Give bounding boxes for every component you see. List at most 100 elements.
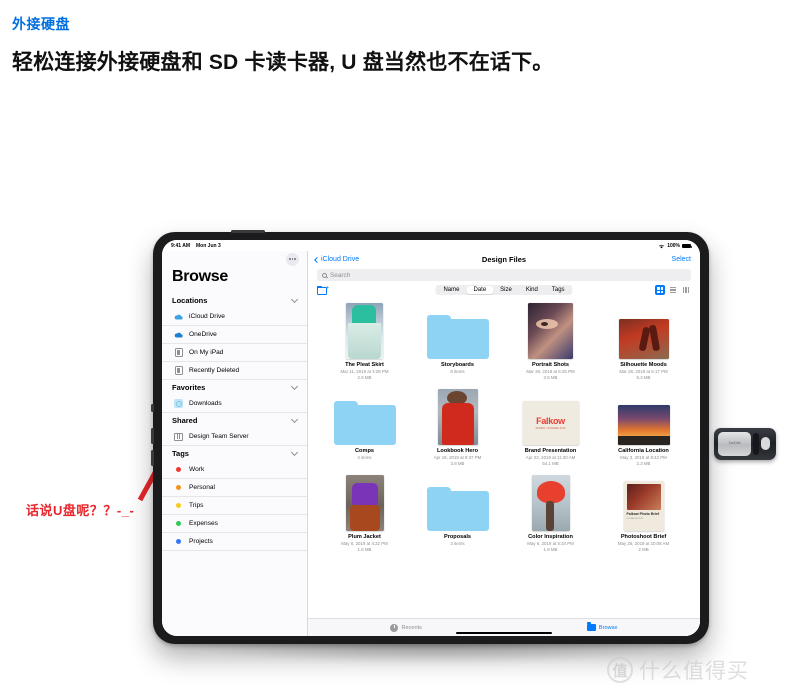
back-button-label: iCloud Drive	[321, 256, 360, 263]
file-size: 1.9 MB	[543, 546, 558, 552]
site-watermark: 值 什么值得买	[607, 655, 749, 685]
watermark-text: 什么值得买	[639, 660, 749, 683]
sidebar-item-on-my-ipad[interactable]: On My iPad	[162, 344, 307, 362]
battery-percent: 100%	[667, 243, 680, 249]
file-thumbnail	[437, 388, 478, 445]
sidebar-item-tag-projects[interactable]: Projects	[162, 533, 307, 551]
tag-dot-icon	[174, 501, 183, 510]
cloud-icon	[174, 312, 183, 321]
sidebar-item-label: OneDrive	[189, 331, 217, 338]
search-placeholder: Search	[330, 271, 351, 279]
usb-flash-drive: SanDisk	[714, 428, 776, 460]
side-button-1[interactable]	[151, 404, 154, 412]
sort-option-size[interactable]: Size	[493, 286, 519, 295]
sidebar-item-tag-personal[interactable]: Personal	[162, 479, 307, 497]
file-item[interactable]: Falkow Photo Brief LOOKBOOK 2019 Photosh…	[597, 473, 690, 559]
back-button[interactable]: iCloud Drive	[314, 256, 360, 263]
downloads-icon	[174, 399, 183, 408]
device-icon	[174, 348, 183, 357]
sidebar-item-tag-trips[interactable]: Trips	[162, 497, 307, 515]
file-item-count: 3 items	[450, 540, 465, 546]
brand-thumb-word: Falkow	[536, 415, 565, 426]
file-item-count: 4 items	[357, 454, 372, 460]
sidebar-item-tag-work[interactable]: Work	[162, 461, 307, 479]
file-thumbnail: Falkow SPRING / SUMMER 2019	[522, 400, 579, 445]
tag-dot-icon	[174, 519, 183, 528]
file-item[interactable]: Falkow SPRING / SUMMER 2019 Brand Presen…	[504, 387, 597, 473]
tab-recents[interactable]: Recents	[390, 623, 422, 632]
home-indicator[interactable]	[456, 632, 552, 634]
sidebar-item-downloads[interactable]: Downloads	[162, 395, 307, 413]
power-button[interactable]	[231, 230, 265, 233]
tab-browse[interactable]: Browse	[586, 622, 618, 631]
file-item[interactable]: The Pleat Skirt Mar 11, 2019 at 3:28 PM …	[318, 301, 411, 387]
new-folder-icon[interactable]: +	[317, 285, 329, 295]
file-name: California Location	[618, 447, 669, 454]
search-input[interactable]: Search	[317, 269, 691, 281]
file-thumbnail	[617, 404, 670, 445]
search-icon	[322, 272, 327, 278]
sidebar-section-label: Shared	[172, 416, 198, 425]
tab-bar: Recents Browse	[308, 618, 700, 636]
sidebar-item-recently-deleted[interactable]: Recently Deleted	[162, 362, 307, 380]
sidebar-top-icons	[162, 251, 307, 267]
tab-label: Browse	[598, 624, 618, 631]
ipad-screen: 9:41 AM Mon Jun 3 100% Browse Locations …	[162, 240, 700, 636]
file-item[interactable]: California Location May 3, 2019 at 8:42 …	[597, 387, 690, 473]
file-item[interactable]: Plum Jacket May 6, 2019 at 4:22 PM 1.6 M…	[318, 473, 411, 559]
file-thumbnail	[345, 474, 384, 531]
sidebar-section-shared[interactable]: Shared	[162, 413, 307, 428]
file-item[interactable]: Color Inspiration May 6, 2019 at 5:34 PM…	[504, 473, 597, 559]
view-toggle-group	[655, 285, 691, 295]
sort-option-kind[interactable]: Kind	[519, 286, 545, 295]
file-name: Color Inspiration	[528, 533, 573, 540]
file-item[interactable]: Silhouette Moods Mar 28, 2019 at 6:17 PM…	[597, 301, 690, 387]
column-view-icon[interactable]	[681, 285, 691, 295]
chevron-down-icon[interactable]	[290, 415, 299, 424]
sort-option-name[interactable]: Name	[436, 286, 466, 295]
file-name: Lookbook Hero	[436, 447, 479, 454]
volume-down-button[interactable]	[151, 450, 154, 466]
clock-icon	[390, 623, 399, 632]
file-item[interactable]: Comps 4 items	[318, 387, 411, 473]
tag-dot-icon	[174, 483, 183, 492]
file-name: Brand Presentation	[524, 447, 577, 454]
file-item[interactable]: Portrait Shots Mar 28, 2019 at 5:25 PM 3…	[504, 301, 597, 387]
sort-option-tags[interactable]: Tags	[545, 286, 572, 295]
sort-segmented-control[interactable]: Name Date Size Kind Tags	[435, 284, 573, 296]
sidebar-item-onedrive[interactable]: OneDrive	[162, 326, 307, 344]
sidebar-section-tags[interactable]: Tags	[162, 446, 307, 461]
more-dots-icon[interactable]	[286, 252, 299, 266]
sidebar-item-label: Projects	[189, 538, 213, 545]
sidebar-item-icloud-drive[interactable]: iCloud Drive	[162, 308, 307, 326]
sidebar-item-design-team-server[interactable]: Design Team Server	[162, 428, 307, 446]
file-size: 2.6 MB	[357, 374, 372, 380]
grid-view-icon[interactable]	[655, 285, 665, 295]
sort-option-date[interactable]: Date	[466, 285, 494, 295]
chevron-down-icon[interactable]	[290, 295, 299, 304]
file-thumbnail: Falkow Photo Brief LOOKBOOK 2019	[623, 480, 664, 531]
sidebar-item-label: Expenses	[189, 520, 218, 527]
sidebar-item-label: Personal	[189, 484, 216, 491]
file-item[interactable]: Proposals 3 items	[411, 473, 504, 559]
folder-icon	[586, 622, 596, 631]
sidebar-item-label: iCloud Drive	[189, 313, 225, 320]
file-item[interactable]: Storyboards 8 items	[411, 301, 504, 387]
file-item[interactable]: Lookbook Hero Apr 19, 2019 at 9:37 PM 3.…	[411, 387, 504, 473]
chevron-down-icon[interactable]	[290, 382, 299, 391]
file-size: 1.6 MB	[357, 546, 372, 552]
chevron-down-icon[interactable]	[290, 448, 299, 457]
select-button[interactable]: Select	[672, 256, 691, 263]
annotation-text: 话说U盘呢？？-_-	[26, 503, 135, 518]
tag-dot-icon	[174, 465, 183, 474]
navigation-bar: iCloud Drive Design Files Select	[308, 251, 700, 268]
list-view-icon[interactable]	[668, 285, 678, 295]
sidebar-item-label: Downloads	[189, 400, 222, 407]
sidebar-section-locations[interactable]: Locations	[162, 293, 307, 308]
volume-up-button[interactable]	[151, 428, 154, 444]
usb-lanyard-hole	[761, 437, 770, 450]
page-title: Design Files	[481, 255, 527, 264]
sidebar-section-favorites[interactable]: Favorites	[162, 380, 307, 395]
file-name: Proposals	[443, 533, 472, 540]
sidebar-item-tag-expenses[interactable]: Expenses	[162, 515, 307, 533]
